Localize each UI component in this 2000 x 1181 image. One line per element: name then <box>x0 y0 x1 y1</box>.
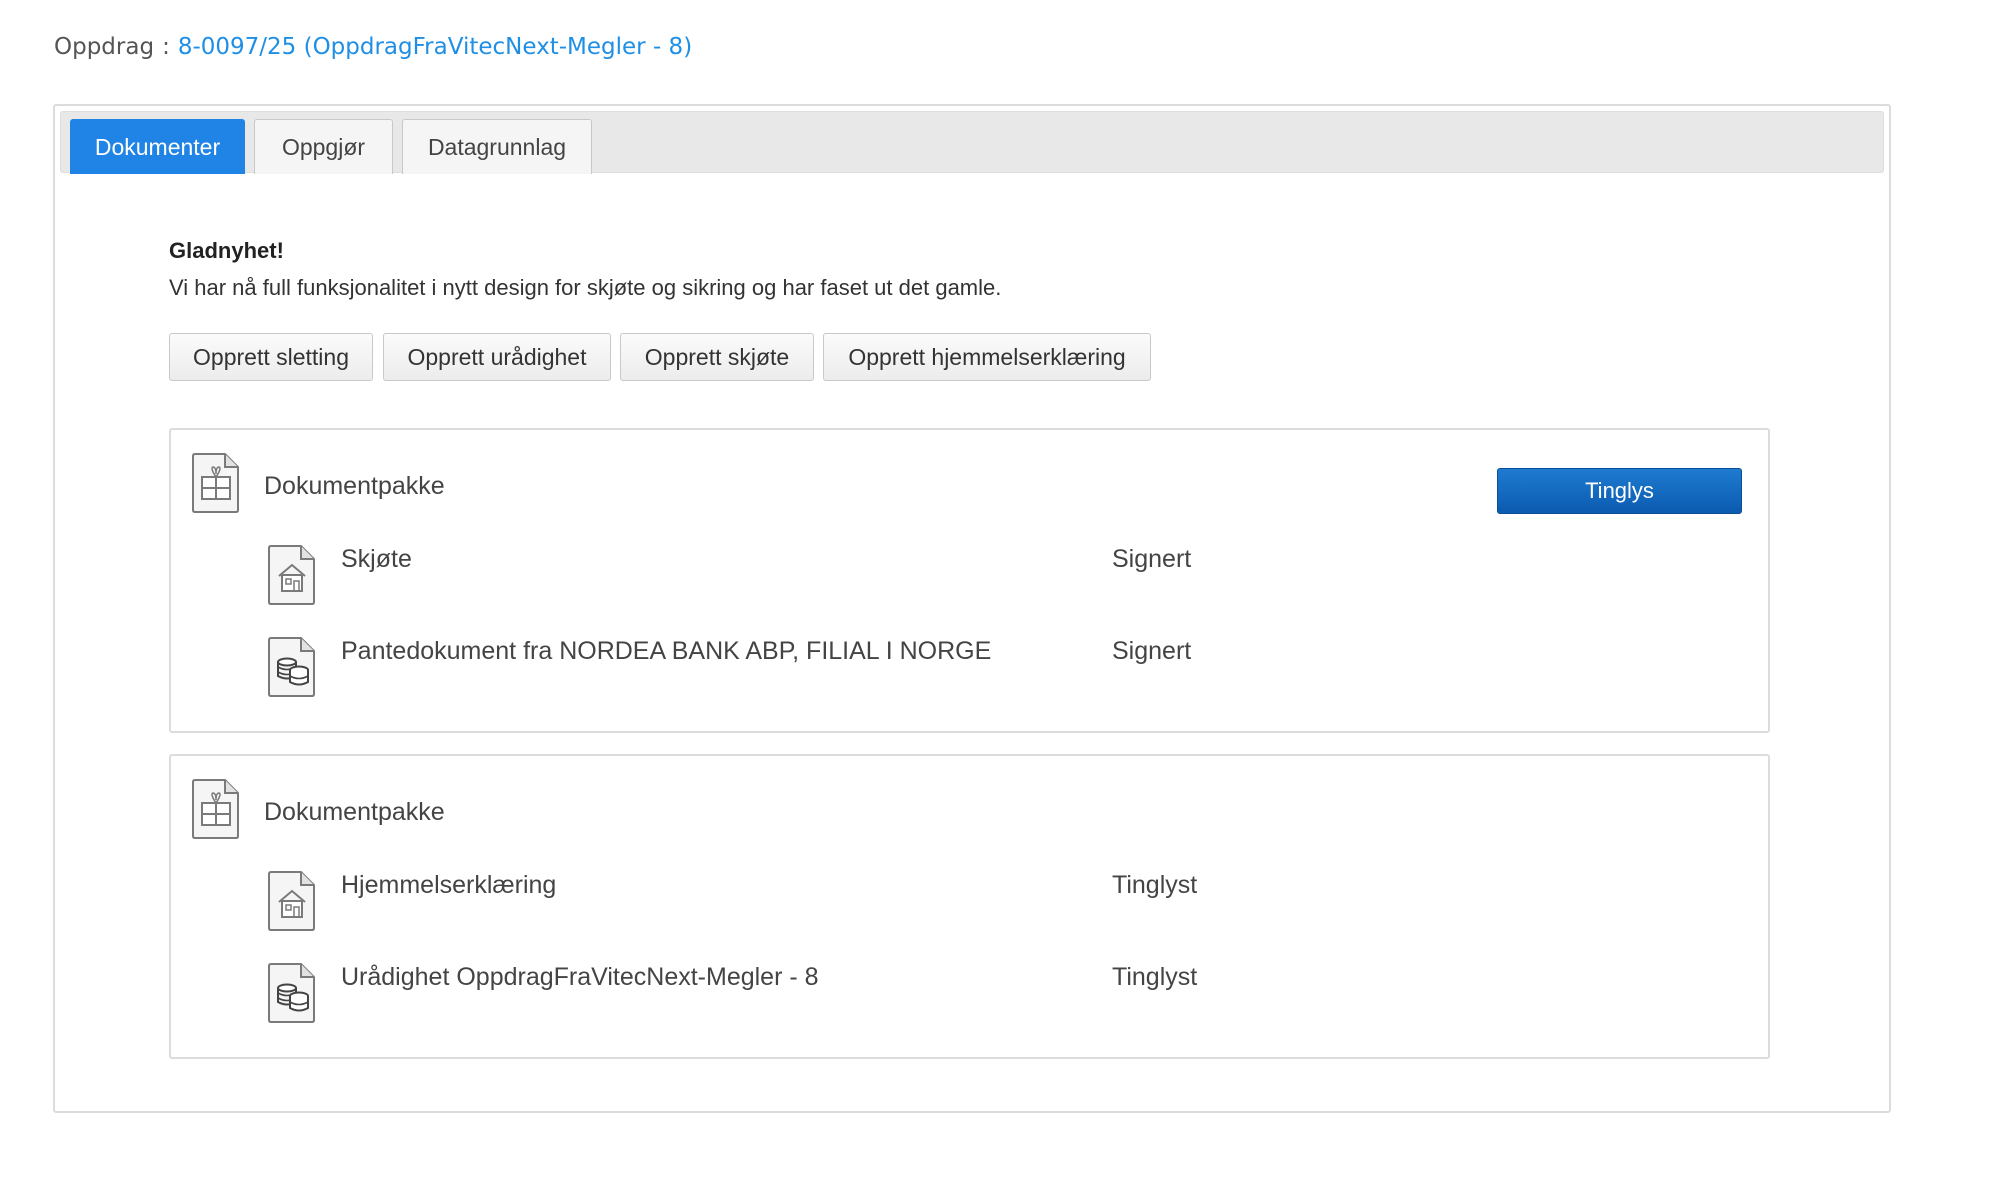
create-restraint-button[interactable]: Opprett urådighet <box>383 333 611 381</box>
breadcrumb: Oppdrag:8-0097/25 (OppdragFraVitecNext-M… <box>54 34 692 60</box>
header-separator: : <box>162 34 170 60</box>
create-deletion-button[interactable]: Opprett sletting <box>169 333 373 381</box>
document-name[interactable]: Skjøte <box>341 545 412 574</box>
tab-datagrunnlag[interactable]: Datagrunnlag <box>402 119 592 174</box>
document-name[interactable]: Pantedokument fra NORDEA BANK ABP, FILIA… <box>341 637 991 666</box>
notice-text: Vi har nå full funksjonalitet i nytt des… <box>169 275 1002 300</box>
register-button[interactable]: Tinglys <box>1497 468 1742 514</box>
tab-oppgjor[interactable]: Oppgjør <box>254 119 393 174</box>
create-deed-button[interactable]: Opprett skjøte <box>620 333 814 381</box>
tab-dokumenter[interactable]: Dokumenter <box>70 119 245 174</box>
notice-title: Gladnyhet! <box>169 238 284 263</box>
create-title-declaration-button[interactable]: Opprett hjemmelserklæring <box>823 333 1151 381</box>
house-document-icon <box>267 544 317 606</box>
house-document-icon <box>267 870 317 932</box>
document-name[interactable]: Hjemmelserklæring <box>341 871 556 900</box>
assignment-link[interactable]: 8-0097/25 (OppdragFraVitecNext-Megler - … <box>178 34 692 60</box>
document-name[interactable]: Urådighet OppdragFraVitecNext-Megler - 8 <box>341 963 819 992</box>
document-package-1: Dokumentpakke Tinglys Skjøte Signert Pan… <box>169 428 1770 733</box>
header-label: Oppdrag <box>54 34 155 60</box>
package-title: Dokumentpakke <box>264 798 445 826</box>
tab-strip: Dokumenter Oppgjør Datagrunnlag <box>60 111 1884 174</box>
document-status: Signert <box>1112 545 1192 573</box>
package-icon <box>191 452 241 514</box>
coins-document-icon <box>267 962 317 1024</box>
coins-document-icon <box>267 636 317 698</box>
package-title: Dokumentpakke <box>264 472 445 500</box>
package-icon <box>191 778 241 840</box>
document-status: Tinglyst <box>1112 871 1198 899</box>
document-status: Tinglyst <box>1112 963 1198 991</box>
document-status: Signert <box>1112 637 1192 665</box>
document-package-2: Dokumentpakke Hjemmelserklæring Tinglyst… <box>169 754 1770 1059</box>
